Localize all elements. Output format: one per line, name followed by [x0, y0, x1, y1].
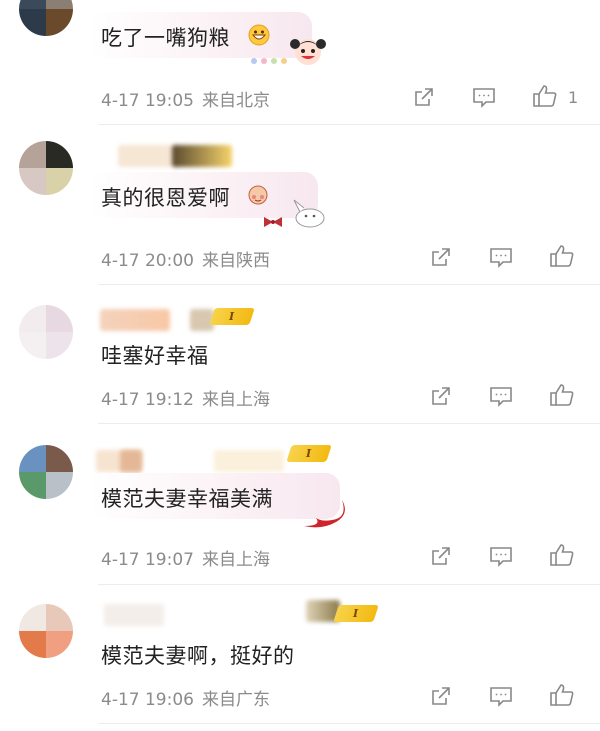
username-blurred — [100, 309, 170, 331]
reply-button[interactable] — [488, 383, 514, 409]
share-icon — [432, 687, 450, 705]
like-button[interactable] — [532, 83, 558, 109]
level-badge: I — [209, 308, 255, 325]
like-button[interactable] — [549, 542, 575, 568]
comment-text: 哇塞好幸福 — [101, 344, 209, 368]
comment-text: 模范夫妻啊，挺好的 — [101, 644, 295, 668]
username-blurred — [172, 145, 232, 167]
avatar[interactable] — [19, 445, 73, 499]
avatar[interactable] — [19, 141, 73, 195]
reply-button[interactable] — [488, 543, 514, 569]
like-count: 1 — [568, 88, 579, 107]
username-blurred — [118, 145, 178, 167]
comment-date: 4-17 19:05 — [101, 91, 194, 111]
comment-icon — [473, 88, 495, 108]
divider — [98, 723, 600, 724]
comment-date: 4-17 19:06 — [101, 690, 194, 710]
comment-location: 来自陕西 — [201, 251, 270, 271]
username-blurred — [104, 604, 164, 626]
share-icon — [432, 248, 450, 266]
comment-location: 来自上海 — [201, 550, 270, 570]
divider — [98, 284, 600, 285]
comment-date: 4-17 20:00 — [101, 251, 194, 271]
share-icon — [415, 88, 433, 106]
comment-icon — [490, 687, 512, 707]
comment-location: 来自上海 — [201, 390, 270, 410]
shy-emoji-icon — [246, 184, 270, 210]
comment-icon — [490, 387, 512, 407]
share-icon — [432, 547, 450, 565]
comment-meta: 4-17 20:00 来自陕西 — [101, 246, 270, 271]
reply-button[interactable] — [488, 244, 514, 270]
comment-meta: 4-17 19:05 来自北京 — [101, 86, 270, 111]
share-button[interactable] — [428, 383, 454, 409]
thumbs-up-icon — [550, 245, 574, 267]
share-button[interactable] — [411, 84, 437, 110]
share-button[interactable] — [428, 244, 454, 270]
thumbs-up-icon — [550, 684, 574, 706]
reply-button[interactable] — [471, 84, 497, 110]
share-button[interactable] — [428, 683, 454, 709]
level-badge: I — [286, 445, 332, 462]
level-badge: I — [333, 605, 379, 622]
comment-icon — [490, 547, 512, 567]
divider — [98, 124, 600, 125]
comment-date: 4-17 19:07 — [101, 550, 194, 570]
divider — [98, 423, 600, 424]
bunny-sticker-icon — [286, 196, 330, 236]
comment-meta: 4-17 19:06 来自广东 — [101, 685, 270, 710]
comment-text: 吃了一嘴狗粮 — [101, 26, 230, 50]
username-blurred — [120, 450, 142, 472]
comment-date: 4-17 19:12 — [101, 390, 194, 410]
comment-location: 来自广东 — [201, 690, 270, 710]
like-button[interactable] — [549, 682, 575, 708]
avatar[interactable] — [19, 305, 73, 359]
like-button[interactable] — [549, 382, 575, 408]
red-tail-decoration-icon — [302, 496, 354, 536]
like-button[interactable] — [549, 243, 575, 269]
flower-decoration-icon — [250, 52, 290, 71]
bow-decoration-icon — [262, 214, 284, 233]
comment-meta: 4-17 19:07 来自上海 — [101, 545, 270, 570]
thumbs-up-icon — [550, 384, 574, 406]
thumbs-up-icon — [533, 85, 557, 107]
share-button[interactable] — [428, 543, 454, 569]
comment-text: 模范夫妻幸福美满 — [101, 487, 273, 511]
comment-meta: 4-17 19:12 来自上海 — [101, 385, 270, 410]
avatar[interactable] — [19, 604, 73, 658]
share-icon — [432, 387, 450, 405]
grinning-emoji-icon — [248, 24, 270, 50]
comment-text: 真的很恩爱啊 — [101, 186, 230, 210]
username-blurred — [214, 450, 284, 472]
comment-icon — [490, 248, 512, 268]
cartoon-girl-sticker-icon — [288, 34, 328, 74]
avatar[interactable] — [19, 0, 73, 36]
comment-location: 来自北京 — [201, 91, 270, 111]
divider — [98, 584, 600, 585]
thumbs-up-icon — [550, 544, 574, 566]
reply-button[interactable] — [488, 683, 514, 709]
